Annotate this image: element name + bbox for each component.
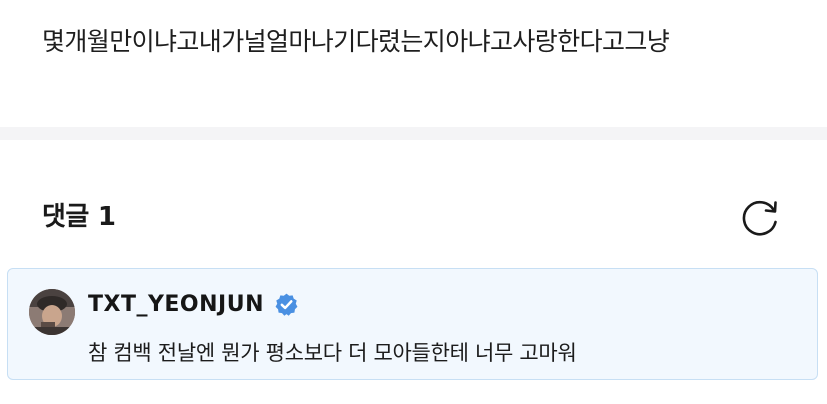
comment-author-row: TXT_YEONJUN xyxy=(88,289,299,319)
comment-text: 참 컴백 전날엔 뭔가 평소보다 더 모아들한테 너무 고마워 xyxy=(88,341,577,365)
post-body-text: 몇개월만이냐고내가널얼마나기다렸는지아냐고사랑한다고그냥 xyxy=(42,27,670,56)
avatar-photo xyxy=(29,289,75,335)
avatar[interactable] xyxy=(29,289,75,335)
comment-author-name[interactable]: TXT_YEONJUN xyxy=(88,292,264,317)
comment-card: TXT_YEONJUN 참 컴백 전날엔 뭔가 평소보다 더 모아들한테 너무 … xyxy=(7,268,818,380)
section-divider xyxy=(0,127,827,140)
refresh-icon xyxy=(742,200,777,236)
comments-header: 댓글 1 xyxy=(42,196,116,233)
refresh-button[interactable] xyxy=(737,195,783,241)
comments-count: 1 xyxy=(97,202,116,232)
comments-header-label: 댓글 xyxy=(42,202,89,232)
verified-badge-icon xyxy=(274,292,299,317)
